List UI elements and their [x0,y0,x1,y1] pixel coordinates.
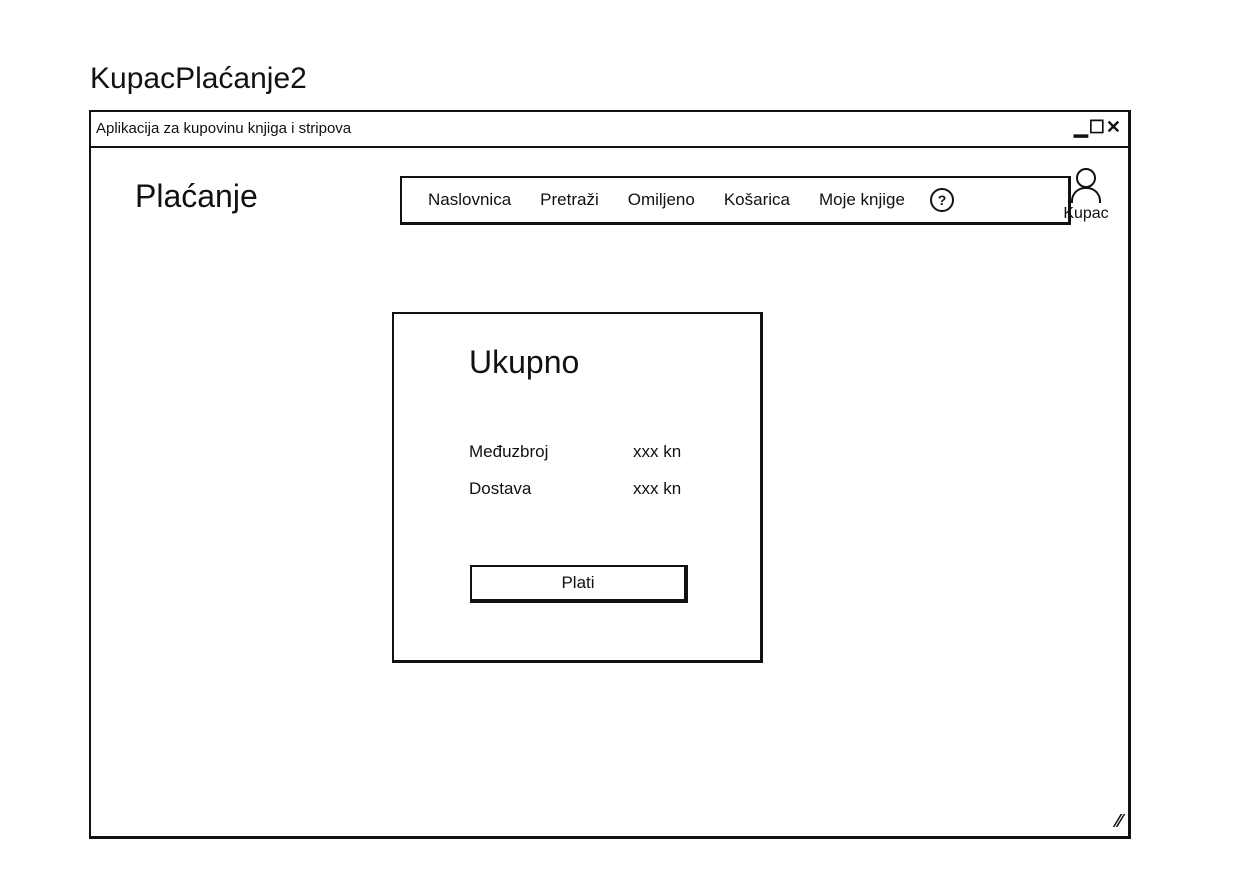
user-icon [1051,168,1121,203]
window-controls-icon[interactable]: ▁☐✕ [1074,117,1122,138]
title-bar: Aplikacija za kupovinu knjiga i stripova… [91,112,1128,148]
nav-bar: Naslovnica Pretraži Omiljeno Košarica Mo… [400,176,1071,225]
nav-omiljeno[interactable]: Omiljeno [628,190,695,210]
app-window: Aplikacija za kupovinu knjiga i stripova… [89,110,1131,839]
summary-panel: Ukupno Međuzbroj xxx kn Dostava xxx kn P… [392,312,763,663]
nav-pretrazi[interactable]: Pretraži [540,190,599,210]
nav-kosarica[interactable]: Košarica [724,190,790,210]
user-label: Kupac [1063,205,1109,222]
shipping-row: Dostava xxx kn [469,479,689,499]
shipping-value: xxx kn [633,479,682,498]
subtotal-row: Međuzbroj xxx kn [469,442,689,462]
resize-handle-icon[interactable]: ⁄⁄ [1116,811,1122,832]
summary-title: Ukupno [469,344,580,380]
screen-heading: Plaćanje [135,178,258,214]
window-title: Aplikacija za kupovinu knjiga i stripova [96,120,352,137]
nav-naslovnica[interactable]: Naslovnica [428,190,511,210]
help-icon[interactable]: ? [929,188,954,212]
pay-button[interactable]: Plati [470,565,688,603]
subtotal-label: Međuzbroj [469,442,549,461]
user-button[interactable]: Kupac [1051,168,1121,223]
page-title: KupacPlaćanje2 [90,62,307,95]
nav-moje-knjige[interactable]: Moje knjige [819,190,905,210]
shipping-label: Dostava [469,479,532,498]
subtotal-value: xxx kn [633,442,682,461]
